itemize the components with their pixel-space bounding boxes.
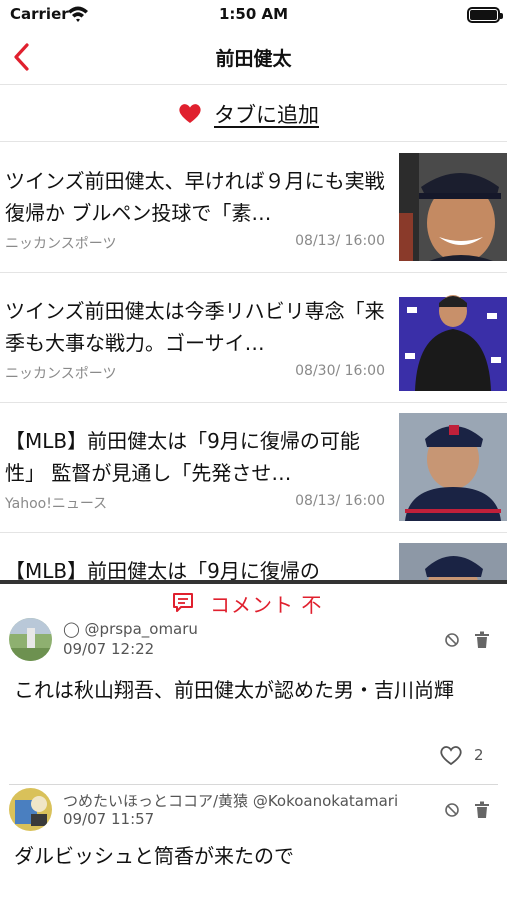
comment-username[interactable]: ◯ @prspa_omaru <box>63 620 198 638</box>
comment-bar[interactable]: コメント 不 <box>0 580 507 622</box>
add-to-tab-button[interactable]: タブに追加 <box>0 86 507 142</box>
comment-icon <box>173 593 193 612</box>
comment-body: これは秋山翔吾、前田健太が認めた男・吉川尚輝 <box>14 678 454 702</box>
news-item[interactable]: ツインズ前田健太、早ければ９月にも実戦復帰か ブルペン投球で「素… ニッカンスポ… <box>0 143 507 273</box>
news-date: 08/30/ 16:00 <box>295 363 385 379</box>
comment-item: つめたいほっとココア/黄猿 @Kokoanokatamari 09/07 11:… <box>0 788 507 900</box>
news-source: ニッカンスポーツ <box>5 236 117 252</box>
heart-outline-icon[interactable] <box>439 744 463 766</box>
like-count: 2 <box>474 746 484 764</box>
navigation-bar: 前田健太 <box>0 30 507 85</box>
news-headline: ツインズ前田健太、早ければ９月にも実戦復帰か ブルペン投球で「素… <box>5 169 385 225</box>
comment-item: ◯ @prspa_omaru 09/07 12:22 これは秋山翔吾、前田健太が… <box>0 618 507 778</box>
trash-icon[interactable] <box>474 801 490 819</box>
comment-username[interactable]: つめたいほっとココア/黄猿 @Kokoanokatamari <box>63 790 398 811</box>
trash-icon[interactable] <box>474 631 490 649</box>
heart-icon <box>179 104 201 123</box>
status-time: 1:50 AM <box>218 5 289 23</box>
news-item[interactable]: 【MLB】前田健太は「9月に復帰の可能性」 監督が見通し「先発させ… Yahoo… <box>0 403 507 533</box>
comment-body: ダルビッシュと筒香が来たので <box>14 844 294 868</box>
news-thumbnail <box>399 413 507 521</box>
news-list: ツインズ前田健太、早ければ９月にも実戦復帰か ブルペン投球で「素… ニッカンスポ… <box>0 143 507 580</box>
news-headline: ツインズ前田健太は今季リハビリ専念「来季も大事な戦力。ゴーサイ… <box>5 299 385 355</box>
comment-divider <box>9 784 498 785</box>
hide-icon[interactable] <box>444 632 460 648</box>
hide-icon[interactable] <box>444 802 460 818</box>
news-date: 08/13/ 16:00 <box>295 233 385 249</box>
status-bar: Carrier 1:50 AM <box>0 0 507 30</box>
news-source: ニッカンスポーツ <box>5 366 117 382</box>
news-item[interactable]: ツインズ前田健太は今季リハビリ専念「来季も大事な戦力。ゴーサイ… ニッカンスポー… <box>0 273 507 403</box>
battery-icon <box>467 7 503 23</box>
comment-time: 09/07 11:57 <box>63 810 155 828</box>
news-date: 08/13/ 16:00 <box>295 493 385 509</box>
comment-bar-label: コメント 不 <box>210 593 323 617</box>
page-title: 前田健太 <box>215 48 292 70</box>
avatar[interactable] <box>9 788 52 831</box>
news-source: Yahoo!ニュース <box>5 496 108 512</box>
news-thumbnail <box>399 153 507 261</box>
news-thumbnail <box>399 283 507 391</box>
comment-time: 09/07 12:22 <box>63 640 155 658</box>
news-thumbnail <box>399 543 507 580</box>
news-headline: 【MLB】前田健太は「9月に復帰の可能性」 監督が見通し「先発させ… <box>5 429 360 485</box>
news-headline: 【MLB】前田健太は「9月に復帰の <box>5 559 320 580</box>
avatar[interactable] <box>9 618 52 661</box>
news-item[interactable]: 【MLB】前田健太は「9月に復帰の <box>0 533 507 580</box>
add-to-tab-label: タブに追加 <box>214 103 319 127</box>
